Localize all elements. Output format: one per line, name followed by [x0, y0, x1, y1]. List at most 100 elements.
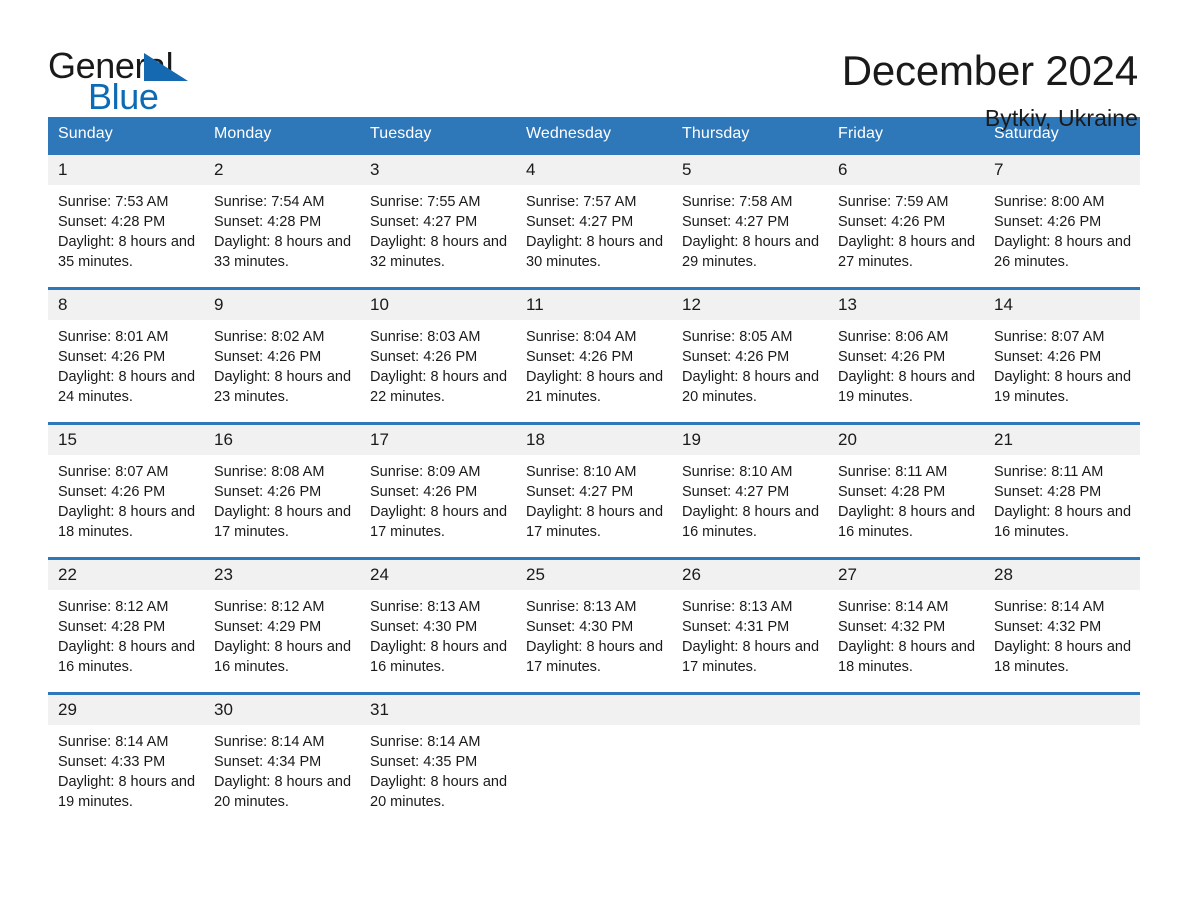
calendar-day-cell[interactable]: 19 Sunrise: 8:10 AM Sunset: 4:27 PM Dayligh…	[672, 422, 828, 557]
calendar-day-cell[interactable]: 12 Sunrise: 8:05 AM Sunset: 4:26 PM Dayligh…	[672, 287, 828, 422]
day-cell-body: Sunrise: 7:53 AM Sunset: 4:28 PM Daylight:…	[48, 185, 204, 284]
daylight-text: Daylight: 8 hours and 24 minutes.	[58, 369, 196, 405]
sunrise-text: Sunrise: 8:07 AM	[994, 329, 1105, 345]
calendar-day-cell[interactable]: 8 Sunrise: 8:01 AM Sunset: 4:26 PM Daylight…	[48, 287, 204, 422]
calendar-day-cell[interactable]: 27 Sunrise: 8:14 AM Sunset: 4:32 PM Dayligh…	[828, 557, 984, 692]
sunset-text: Sunset: 4:28 PM	[994, 484, 1102, 500]
calendar-day-cell[interactable]: 29 Sunrise: 8:14 AM Sunset: 4:33 PM Dayligh…	[48, 692, 204, 827]
day-number: 1	[48, 155, 204, 185]
calendar-day-cell[interactable]: 5 Sunrise: 7:58 AM Sunset: 4:27 PM Daylight…	[672, 152, 828, 287]
day-cell-body: Sunrise: 8:12 AM Sunset: 4:29 PM Daylight:…	[204, 590, 360, 689]
sunrise-text: Sunrise: 8:14 AM	[994, 599, 1105, 615]
calendar-day-cell[interactable]: 16 Sunrise: 8:08 AM Sunset: 4:26 PM Dayligh…	[204, 422, 360, 557]
day-number: 31	[360, 695, 516, 725]
calendar-day-cell[interactable]: 11 Sunrise: 8:04 AM Sunset: 4:26 PM Dayligh…	[516, 287, 672, 422]
calendar-week-row: 29 Sunrise: 8:14 AM Sunset: 4:33 PM Dayligh…	[48, 692, 1140, 827]
day-cell-body: Sunrise: 8:13 AM Sunset: 4:30 PM Daylight:…	[516, 590, 672, 689]
sunset-text: Sunset: 4:26 PM	[682, 349, 790, 365]
calendar-day-cell[interactable]: 2 Sunrise: 7:54 AM Sunset: 4:28 PM Daylight…	[204, 152, 360, 287]
day-cell-inner: 2 Sunrise: 7:54 AM Sunset: 4:28 PM Daylight…	[204, 155, 360, 287]
sunset-text: Sunset: 4:26 PM	[838, 349, 946, 365]
calendar-day-cell[interactable]: 9 Sunrise: 8:02 AM Sunset: 4:26 PM Daylight…	[204, 287, 360, 422]
sunrise-text: Sunrise: 8:01 AM	[58, 329, 169, 345]
sunset-text: Sunset: 4:30 PM	[526, 619, 634, 635]
sunset-text: Sunset: 4:28 PM	[214, 214, 322, 230]
sunrise-text: Sunrise: 8:12 AM	[58, 599, 169, 615]
calendar-day-cell[interactable]: 17 Sunrise: 8:09 AM Sunset: 4:26 PM Dayligh…	[360, 422, 516, 557]
sunrise-text: Sunrise: 7:59 AM	[838, 194, 949, 210]
sunrise-text: Sunrise: 7:55 AM	[370, 194, 481, 210]
calendar-day-cell[interactable]: 25 Sunrise: 8:13 AM Sunset: 4:30 PM Dayligh…	[516, 557, 672, 692]
sunrise-text: Sunrise: 8:02 AM	[214, 329, 325, 345]
daylight-text: Daylight: 8 hours and 18 minutes.	[838, 639, 976, 675]
day-number: 23	[204, 560, 360, 590]
daylight-text: Daylight: 8 hours and 16 minutes.	[214, 639, 352, 675]
calendar-day-cell[interactable]: 18 Sunrise: 8:10 AM Sunset: 4:27 PM Dayligh…	[516, 422, 672, 557]
day-cell-body: Sunrise: 8:14 AM Sunset: 4:35 PM Daylight:…	[360, 725, 516, 824]
day-cell-body: Sunrise: 8:14 AM Sunset: 4:32 PM Daylight:…	[984, 590, 1140, 689]
sunset-text: Sunset: 4:26 PM	[214, 349, 322, 365]
day-cell-body	[828, 725, 984, 744]
sunrise-text: Sunrise: 8:10 AM	[526, 464, 637, 480]
sunrise-text: Sunrise: 8:11 AM	[994, 464, 1104, 480]
calendar-day-cell[interactable]: 24 Sunrise: 8:13 AM Sunset: 4:30 PM Dayligh…	[360, 557, 516, 692]
calendar-day-cell[interactable]: 31 Sunrise: 8:14 AM Sunset: 4:35 PM Dayligh…	[360, 692, 516, 827]
sunset-text: Sunset: 4:28 PM	[58, 619, 166, 635]
calendar-day-cell[interactable]: 20 Sunrise: 8:11 AM Sunset: 4:28 PM Dayligh…	[828, 422, 984, 557]
calendar-day-cell[interactable]: 7 Sunrise: 8:00 AM Sunset: 4:26 PM Daylight…	[984, 152, 1140, 287]
day-cell-inner: 10 Sunrise: 8:03 AM Sunset: 4:26 PM Dayligh…	[360, 290, 516, 422]
day-number: 30	[204, 695, 360, 725]
day-cell-inner: 23 Sunrise: 8:12 AM Sunset: 4:29 PM Dayligh…	[204, 560, 360, 692]
sunrise-text: Sunrise: 7:57 AM	[526, 194, 637, 210]
day-cell-body: Sunrise: 8:07 AM Sunset: 4:26 PM Daylight:…	[984, 320, 1140, 419]
page-header: General Blue December 2024 Bytkiv, Ukrai…	[48, 0, 1140, 132]
calendar-day-cell[interactable]: 4 Sunrise: 7:57 AM Sunset: 4:27 PM Daylight…	[516, 152, 672, 287]
daylight-text: Daylight: 8 hours and 19 minutes.	[58, 774, 196, 810]
day-cell-inner: 9 Sunrise: 8:02 AM Sunset: 4:26 PM Daylight…	[204, 290, 360, 422]
sunrise-text: Sunrise: 8:03 AM	[370, 329, 481, 345]
day-cell-body: Sunrise: 8:03 AM Sunset: 4:26 PM Daylight:…	[360, 320, 516, 419]
day-cell-body: Sunrise: 7:55 AM Sunset: 4:27 PM Daylight:…	[360, 185, 516, 284]
day-cell-inner: 4 Sunrise: 7:57 AM Sunset: 4:27 PM Daylight…	[516, 155, 672, 287]
calendar-day-cell[interactable]: 28 Sunrise: 8:14 AM Sunset: 4:32 PM Dayligh…	[984, 557, 1140, 692]
sunrise-text: Sunrise: 8:13 AM	[370, 599, 481, 615]
daylight-text: Daylight: 8 hours and 30 minutes.	[526, 234, 664, 270]
calendar-day-cell[interactable]: 26 Sunrise: 8:13 AM Sunset: 4:31 PM Dayligh…	[672, 557, 828, 692]
sunrise-text: Sunrise: 7:53 AM	[58, 194, 169, 210]
day-cell-body: Sunrise: 8:04 AM Sunset: 4:26 PM Daylight:…	[516, 320, 672, 419]
day-number	[984, 695, 1140, 725]
calendar-day-cell[interactable]: 3 Sunrise: 7:55 AM Sunset: 4:27 PM Daylight…	[360, 152, 516, 287]
title-block: December 2024 Bytkiv, Ukraine	[842, 48, 1140, 132]
sunset-text: Sunset: 4:34 PM	[214, 754, 322, 770]
calendar-day-cell[interactable]: 21 Sunrise: 8:11 AM Sunset: 4:28 PM Dayligh…	[984, 422, 1140, 557]
calendar-day-cell[interactable]: 22 Sunrise: 8:12 AM Sunset: 4:28 PM Dayligh…	[48, 557, 204, 692]
logo-text-blue: Blue	[88, 76, 159, 117]
calendar-body: 1 Sunrise: 7:53 AM Sunset: 4:28 PM Daylight…	[48, 152, 1140, 827]
calendar-day-cell[interactable]: 10 Sunrise: 8:03 AM Sunset: 4:26 PM Dayligh…	[360, 287, 516, 422]
calendar-day-cell[interactable]: 1 Sunrise: 7:53 AM Sunset: 4:28 PM Daylight…	[48, 152, 204, 287]
sunrise-text: Sunrise: 8:11 AM	[838, 464, 948, 480]
sunrise-text: Sunrise: 8:05 AM	[682, 329, 793, 345]
calendar-day-cell[interactable]: 6 Sunrise: 7:59 AM Sunset: 4:26 PM Daylight…	[828, 152, 984, 287]
day-cell-inner: 6 Sunrise: 7:59 AM Sunset: 4:26 PM Daylight…	[828, 155, 984, 287]
day-number: 27	[828, 560, 984, 590]
calendar-day-cell[interactable]: 30 Sunrise: 8:14 AM Sunset: 4:34 PM Dayligh…	[204, 692, 360, 827]
calendar-day-cell[interactable]: 23 Sunrise: 8:12 AM Sunset: 4:29 PM Dayligh…	[204, 557, 360, 692]
sunrise-text: Sunrise: 8:14 AM	[214, 734, 325, 750]
day-number: 17	[360, 425, 516, 455]
calendar-day-cell[interactable]: 13 Sunrise: 8:06 AM Sunset: 4:26 PM Dayligh…	[828, 287, 984, 422]
calendar-day-cell[interactable]: 15 Sunrise: 8:07 AM Sunset: 4:26 PM Dayligh…	[48, 422, 204, 557]
weekday-header-wednesday: Wednesday	[516, 117, 672, 154]
sunrise-text: Sunrise: 8:08 AM	[214, 464, 325, 480]
day-number: 6	[828, 155, 984, 185]
calendar-day-cell-empty	[828, 692, 984, 827]
sunset-text: Sunset: 4:28 PM	[838, 484, 946, 500]
daylight-text: Daylight: 8 hours and 35 minutes.	[58, 234, 196, 270]
day-cell-inner: 21 Sunrise: 8:11 AM Sunset: 4:28 PM Dayligh…	[984, 425, 1140, 557]
day-number: 25	[516, 560, 672, 590]
sunset-text: Sunset: 4:27 PM	[370, 214, 478, 230]
day-cell-body	[984, 725, 1140, 744]
day-cell-inner: 25 Sunrise: 8:13 AM Sunset: 4:30 PM Dayligh…	[516, 560, 672, 692]
day-number: 26	[672, 560, 828, 590]
calendar-day-cell[interactable]: 14 Sunrise: 8:07 AM Sunset: 4:26 PM Dayligh…	[984, 287, 1140, 422]
